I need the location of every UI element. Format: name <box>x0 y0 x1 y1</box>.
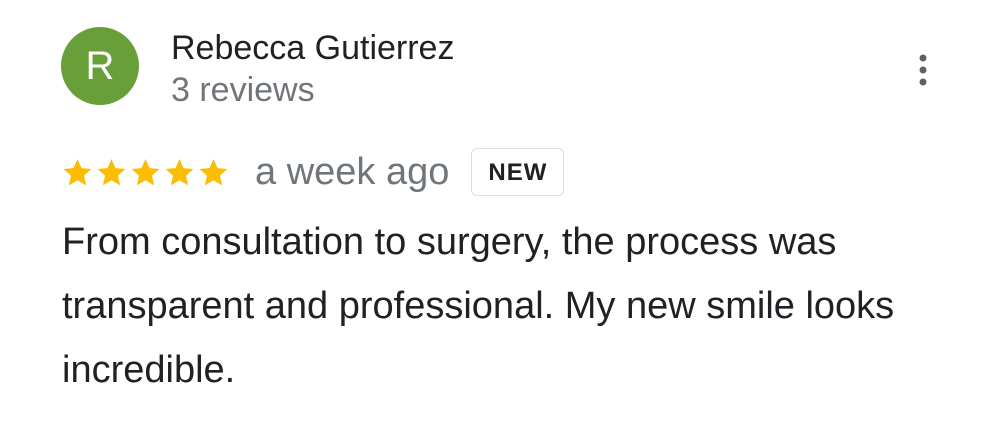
reviewer-name[interactable]: Rebecca Gutierrez <box>171 28 454 68</box>
new-badge: NEW <box>471 148 565 196</box>
review-count[interactable]: 3 reviews <box>171 70 315 110</box>
star-icon <box>165 158 194 185</box>
star-icon <box>63 158 92 185</box>
star-rating <box>62 157 229 188</box>
star-icon <box>131 158 160 185</box>
review-card: R Rebecca Gutierrez 3 reviews a week ago… <box>0 0 994 422</box>
star-icon <box>97 158 126 185</box>
review-text: From consultation to surgery, the proces… <box>62 221 895 391</box>
more-vert-icon <box>919 54 927 86</box>
rating-row: a week ago NEW <box>62 148 565 196</box>
more-options-button[interactable] <box>904 50 942 90</box>
review-date: a week ago <box>255 151 450 193</box>
avatar[interactable]: R <box>61 27 139 105</box>
star-icon <box>199 158 228 185</box>
